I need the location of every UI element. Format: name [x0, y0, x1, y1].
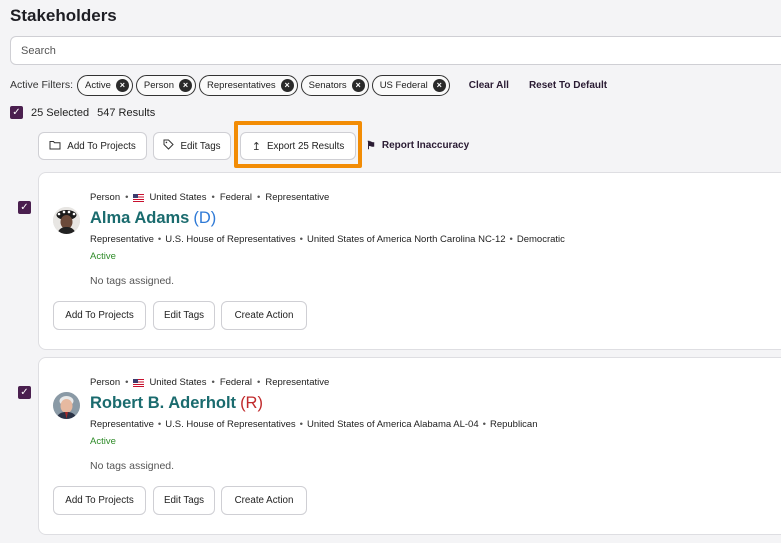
us-flag-icon [133, 378, 145, 387]
row-checkbox[interactable]: ✓ [18, 386, 31, 399]
filter-chip-us-federal[interactable]: US Federal × [371, 74, 450, 96]
edit-tags-button[interactable]: Edit Tags [153, 132, 231, 160]
tag-icon [163, 139, 175, 153]
stakeholder-details: Representative • U.S. House of Representat… [90, 234, 565, 245]
create-action-button[interactable]: Create Action [221, 301, 307, 330]
folder-icon [49, 140, 61, 153]
card-edit-tags-button[interactable]: Edit Tags [153, 301, 215, 330]
card-add-to-projects-button[interactable]: Add To Projects [53, 486, 146, 515]
active-filters: Active Filters: Active × Person × Represen… [10, 74, 607, 96]
stakeholder-details: Representative • U.S. House of Representat… [90, 419, 538, 430]
tags-text: No tags assigned. [90, 275, 175, 287]
flag-icon: ⚑ [366, 140, 376, 152]
active-filters-label: Active Filters: [10, 79, 74, 91]
stakeholder-meta: Person • United States • Federal • Represen… [90, 377, 330, 388]
filter-chip-representatives[interactable]: Representatives × [199, 74, 298, 96]
stakeholder-card: Person • United States • Federal • Represen… [38, 357, 781, 535]
export-highlight [234, 121, 362, 168]
stakeholder-meta: Person • United States • Federal • Represen… [90, 192, 330, 203]
filter-chip-active[interactable]: Active × [77, 74, 133, 96]
card-add-to-projects-button[interactable]: Add To Projects [53, 301, 146, 330]
select-all-checkbox[interactable]: ✓ [10, 106, 23, 119]
stakeholder-card: Person • United States • Federal • Represen… [38, 172, 781, 350]
party-badge: (D) [193, 209, 217, 227]
stakeholder-name-link[interactable]: Alma Adams (D) [90, 209, 216, 228]
us-flag-icon [133, 193, 145, 202]
remove-filter-icon[interactable]: × [280, 78, 294, 92]
row-checkbox[interactable]: ✓ [18, 201, 31, 214]
add-to-projects-button[interactable]: Add To Projects [38, 132, 147, 160]
results-count: 547 Results [97, 106, 156, 119]
avatar [53, 207, 80, 234]
remove-filter-icon[interactable]: × [179, 78, 192, 92]
filter-chip-person[interactable]: Person × [135, 74, 196, 96]
clear-all-button[interactable]: Clear All [469, 80, 509, 91]
avatar [53, 392, 80, 419]
remove-filter-icon[interactable]: × [115, 78, 129, 92]
search-input[interactable] [10, 36, 781, 65]
selection-summary: ✓ 25 Selected 547 Results [10, 106, 155, 119]
remove-filter-icon[interactable]: × [432, 78, 446, 92]
report-inaccuracy-button[interactable]: ⚑ Report Inaccuracy [366, 139, 469, 152]
status-badge: Active [90, 436, 116, 447]
stakeholder-name-link[interactable]: Robert B. Aderholt (R) [90, 394, 263, 413]
remove-filter-icon[interactable]: × [351, 78, 365, 92]
page-title: Stakeholders [10, 6, 117, 25]
party-badge: (R) [240, 394, 263, 412]
status-badge: Active [90, 251, 116, 262]
create-action-button[interactable]: Create Action [221, 486, 307, 515]
card-edit-tags-button[interactable]: Edit Tags [153, 486, 215, 515]
filter-chip-senators[interactable]: Senators × [300, 74, 369, 96]
selected-count: 25 Selected [31, 106, 90, 119]
tags-text: No tags assigned. [90, 460, 175, 472]
reset-to-default-button[interactable]: Reset To Default [529, 80, 607, 91]
